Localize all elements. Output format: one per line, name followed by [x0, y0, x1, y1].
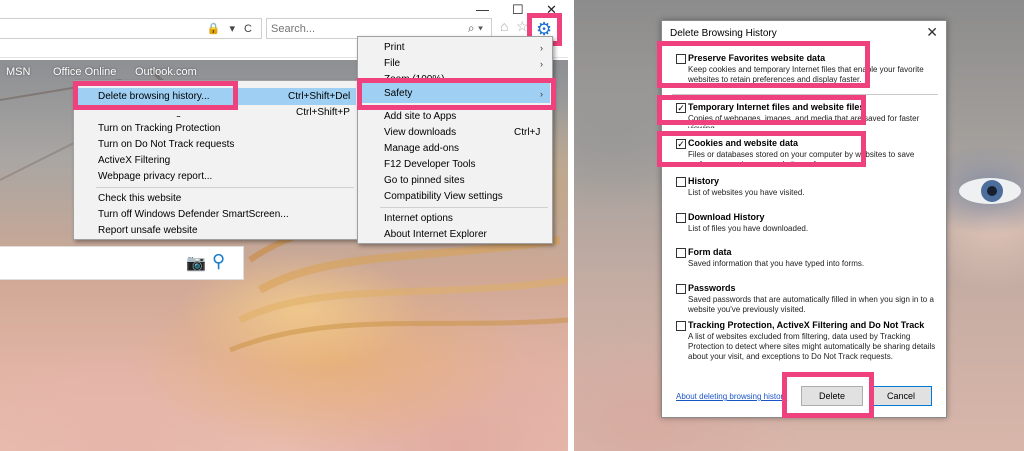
menu-item-pinned-sites[interactable]: Go to pinned sites — [384, 175, 465, 186]
shortcut-inprivate-browsing: Ctrl+Shift+P — [296, 107, 350, 118]
minimize-button[interactable]: — — [476, 2, 489, 17]
menu-item-add-site-to-apps[interactable]: Add site to Apps — [384, 111, 456, 122]
option-description: Saved information that you have typed in… — [688, 259, 865, 268]
favorite-link-outlook[interactable]: Outlook.com — [135, 66, 197, 78]
option-title[interactable]: History — [688, 176, 719, 186]
option-history: History List of websites you have visite… — [676, 176, 938, 202]
home-icon[interactable]: ⌂ — [500, 18, 508, 34]
menu-item-activex-filtering[interactable]: ActiveX Filtering — [98, 155, 170, 166]
menu-item-internet-options[interactable]: Internet options — [384, 213, 453, 224]
temporary-files-highlight — [657, 95, 866, 125]
favorite-link-office-online[interactable]: Office Online — [53, 66, 116, 78]
menu-item-f12-tools[interactable]: F12 Developer Tools — [384, 159, 476, 170]
address-bar-icons[interactable]: 🔒 ▾ C — [207, 22, 255, 35]
cancel-button[interactable]: Cancel — [870, 386, 932, 406]
menu-item-about-ie[interactable]: About Internet Explorer — [384, 229, 487, 240]
checkbox-download-history[interactable] — [676, 213, 686, 223]
address-bar[interactable]: 🔒 ▾ C — [0, 18, 262, 39]
menu-item-view-downloads[interactable]: View downloads — [384, 127, 456, 138]
option-passwords: Passwords Saved passwords that are autom… — [676, 283, 938, 319]
menu-item-print[interactable]: Print — [384, 42, 405, 53]
option-title[interactable]: Download History — [688, 212, 765, 222]
search-icon[interactable]: ⌕ ▾ — [468, 21, 483, 36]
menu-item-manage-addons[interactable]: Manage add-ons — [384, 143, 459, 154]
favorite-link-msn[interactable]: MSN — [6, 66, 30, 78]
cookies-highlight — [657, 131, 866, 167]
delete-button-highlight — [782, 372, 874, 418]
maximize-button[interactable]: ☐ — [512, 2, 524, 18]
checkbox-passwords[interactable] — [676, 284, 686, 294]
option-title[interactable]: Passwords — [688, 283, 736, 293]
safety-item-highlight — [357, 78, 556, 110]
option-title[interactable]: Form data — [688, 247, 732, 257]
tools-menu: Print › File › Zoom (100%) Safety › Add … — [357, 36, 553, 244]
shortcut-view-downloads: Ctrl+J — [514, 127, 541, 138]
shortcut-delete-browsing-history: Ctrl+Shift+Del — [288, 91, 351, 102]
left-panel: — ☐ ✕ 🔒 ▾ C ⌕ ▾ ⌂ ☆ ⚙ MSN Office Online … — [0, 0, 568, 451]
dialog-title: Delete Browsing History — [670, 28, 777, 39]
menu-item-privacy-report[interactable]: Webpage privacy report... — [98, 171, 212, 182]
option-tracking-protection: Tracking Protection, ActiveX Filtering a… — [676, 320, 938, 366]
close-icon[interactable]: ✕ — [926, 24, 938, 41]
option-description: List of websites you have visited. — [688, 188, 805, 197]
menu-separator — [96, 187, 354, 188]
menu-item-check-website[interactable]: Check this website — [98, 193, 181, 204]
option-description: A list of websites excluded from filteri… — [688, 332, 936, 361]
option-form-data: Form data Saved information that you hav… — [676, 247, 938, 273]
menu-item-do-not-track[interactable]: Turn on Do Not Track requests — [98, 139, 234, 150]
camera-icon[interactable]: 📷 — [186, 253, 206, 273]
menu-item-compatibility-view[interactable]: Compatibility View settings — [384, 191, 503, 202]
magnifier-icon[interactable]: ⚲ — [212, 251, 225, 272]
option-download-history: Download History List of files you have … — [676, 212, 938, 238]
right-panel: Delete Browsing History ✕ Preserve Favor… — [574, 0, 1024, 451]
bing-search-box[interactable]: 📷 ⚲ — [0, 246, 244, 280]
menu-separator — [380, 207, 548, 208]
delete-history-highlight — [73, 81, 238, 110]
checkbox-history[interactable] — [676, 177, 686, 187]
chevron-right-icon: › — [540, 59, 543, 69]
preserve-favorites-highlight — [657, 41, 870, 88]
option-title[interactable]: Tracking Protection, ActiveX Filtering a… — [688, 320, 924, 330]
checkbox-tracking-protection[interactable] — [676, 321, 686, 331]
menu-item-report-unsafe[interactable]: Report unsafe website — [98, 225, 198, 236]
menu-item-tracking-protection[interactable]: Turn on Tracking Protection — [98, 123, 220, 134]
option-description: Saved passwords that are automatically f… — [688, 295, 934, 314]
option-description: List of files you have downloaded. — [688, 224, 809, 233]
chevron-right-icon: › — [540, 43, 543, 53]
checkbox-form-data[interactable] — [676, 248, 686, 258]
menu-item-file[interactable]: File — [384, 58, 400, 69]
about-deleting-history-link[interactable]: About deleting browsing history — [676, 392, 787, 401]
menu-item-smartscreen[interactable]: Turn off Windows Defender SmartScreen... — [98, 209, 289, 220]
fresco-eye-pupil — [987, 186, 997, 196]
